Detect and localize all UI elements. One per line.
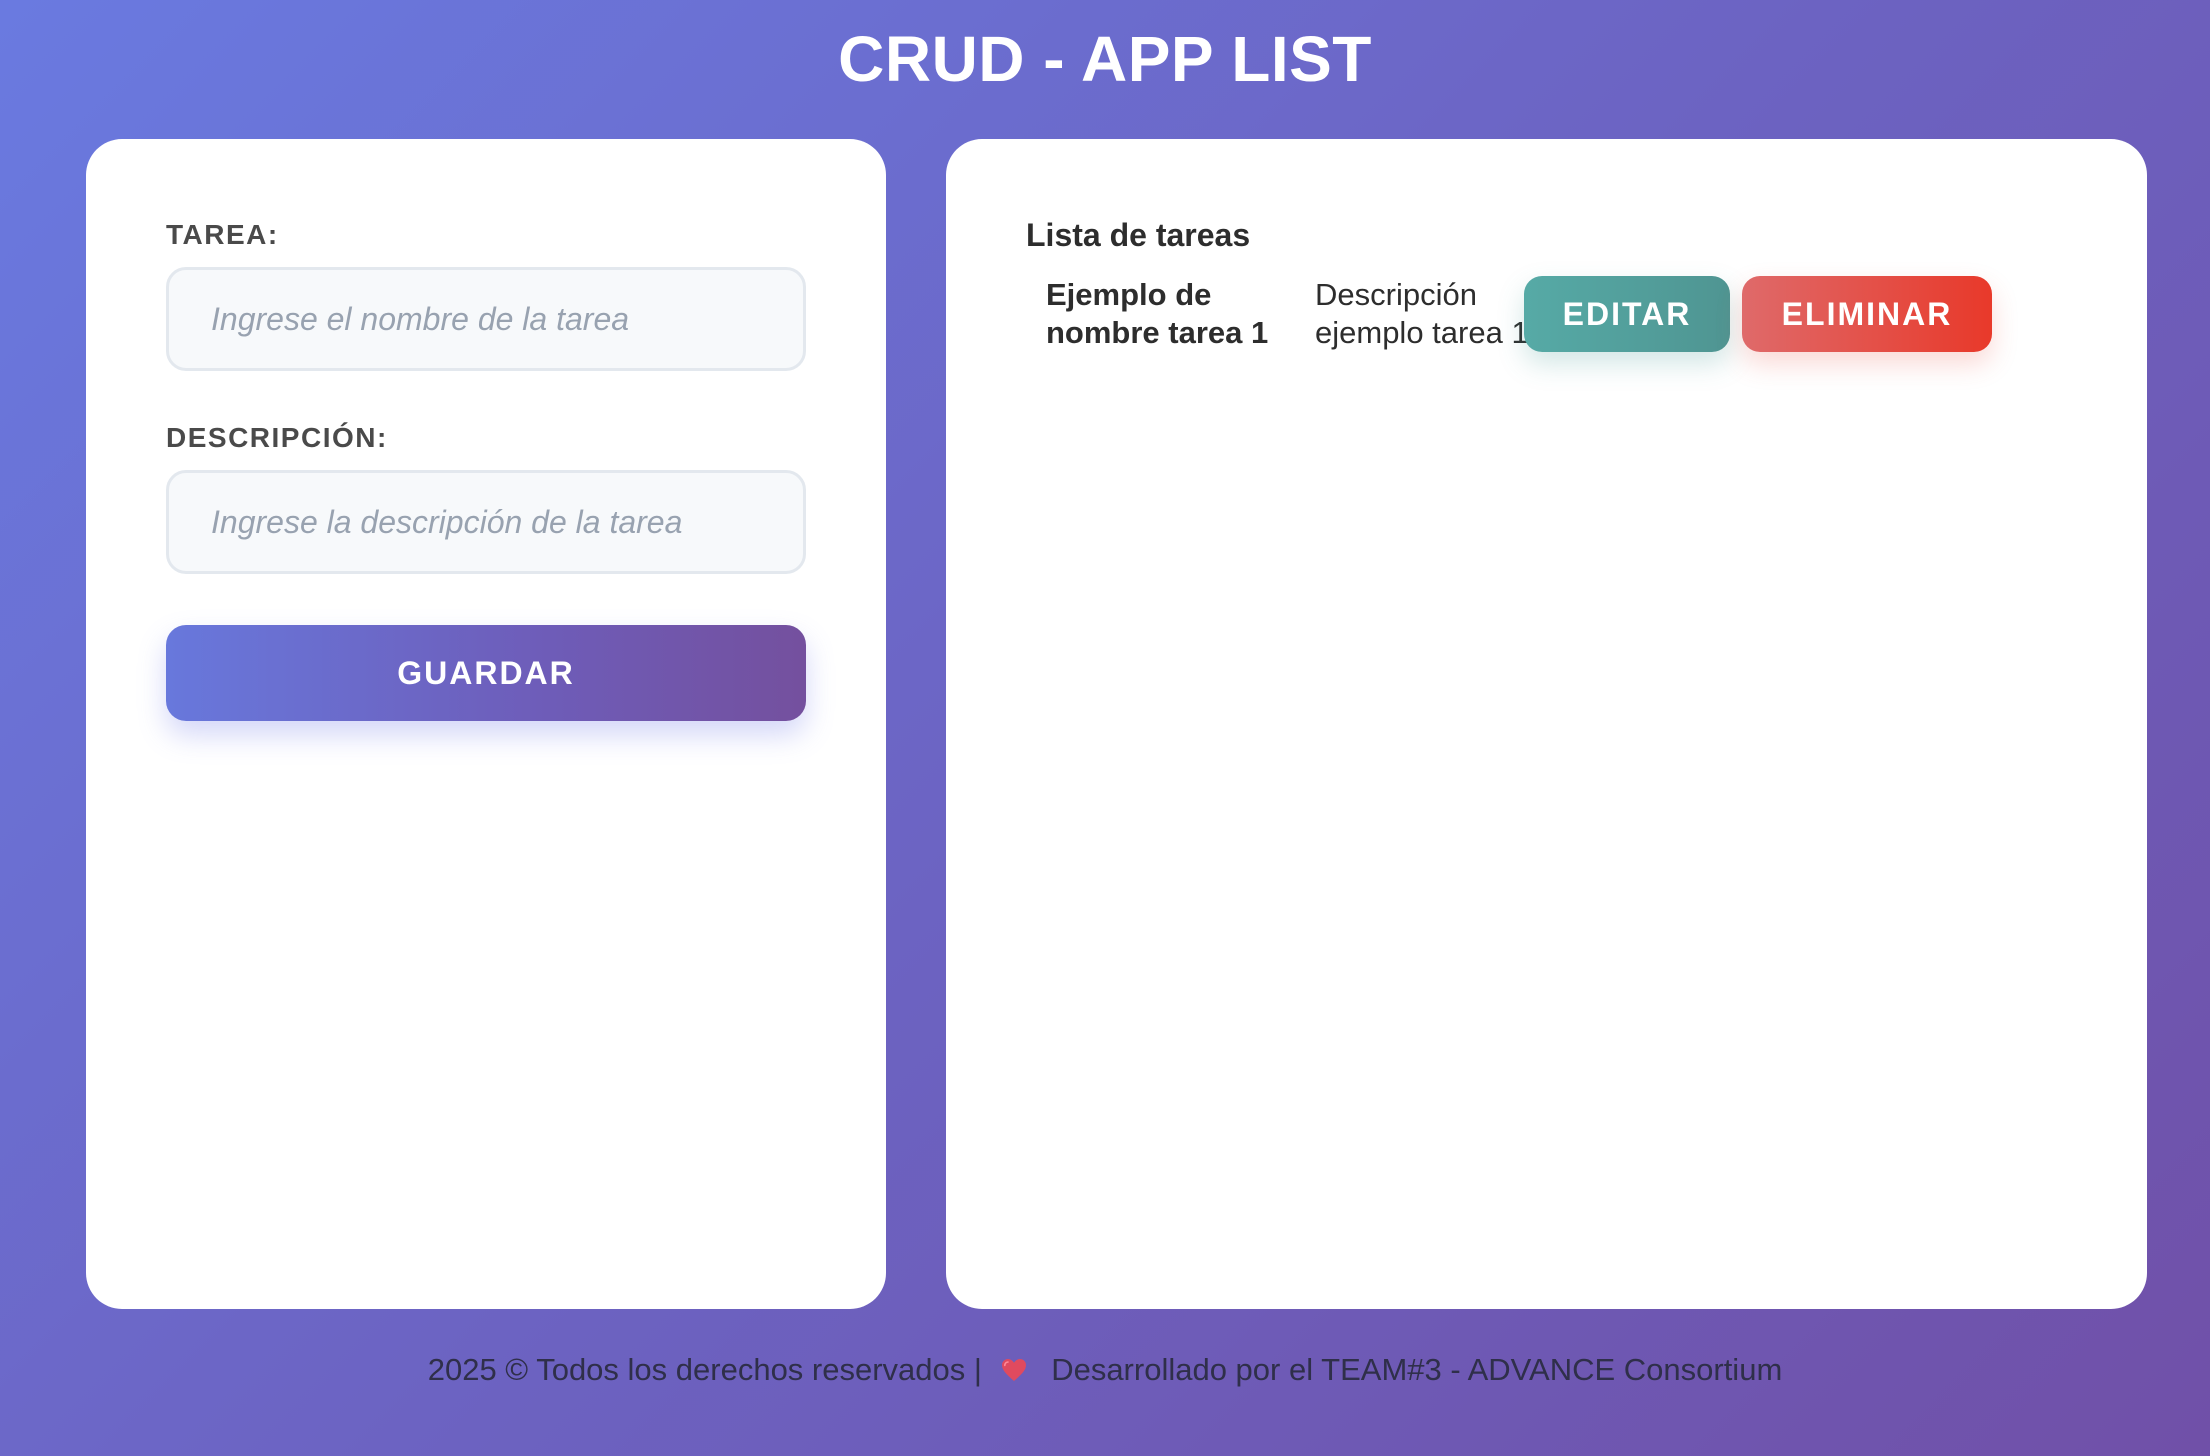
task-name: Ejemplo de nombre tarea 1 — [1046, 277, 1269, 350]
footer-credits: Desarrollado por el TEAM#3 - ADVANCE Con… — [1051, 1352, 1783, 1387]
page-title: CRUD - APP LIST — [838, 23, 1372, 95]
task-form-card: TAREA: DESCRIPCIÓN: GUARDAR — [86, 139, 886, 1309]
save-button[interactable]: GUARDAR — [166, 625, 806, 721]
edit-button[interactable]: EDITAR — [1524, 276, 1730, 352]
task-description-input[interactable] — [166, 470, 806, 574]
task-list-card: Lista de tareas Ejemplo de nombre tarea … — [946, 139, 2147, 1309]
task-name-input[interactable] — [166, 267, 806, 371]
footer-copyright: 2025 © Todos los derechos reservados | — [427, 1352, 982, 1387]
heart-icon — [1001, 1358, 1027, 1382]
task-row: Ejemplo de nombre tarea 1 Descripción ej… — [1046, 276, 2046, 376]
footer: 2025 © Todos los derechos reservados | D… — [0, 1352, 2210, 1388]
task-label: TAREA: — [166, 219, 279, 250]
task-description: Descripción ejemplo tarea 1 — [1315, 277, 1529, 350]
description-label: DESCRIPCIÓN: — [166, 422, 388, 453]
task-list-heading: Lista de tareas — [1026, 217, 1251, 253]
delete-button[interactable]: ELIMINAR — [1742, 276, 1992, 352]
